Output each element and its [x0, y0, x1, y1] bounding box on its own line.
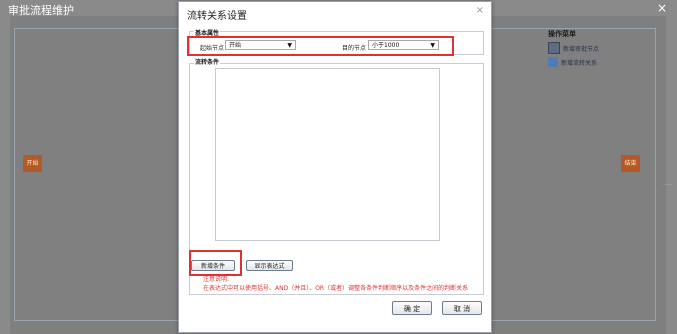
- end-node[interactable]: 结束: [621, 155, 640, 172]
- condition-expression-area[interactable]: [215, 68, 440, 241]
- source-node-value: 开始: [229, 42, 242, 49]
- ops-item-label: 新增流转关系: [561, 59, 598, 67]
- target-node-value: 小于1000: [372, 42, 400, 49]
- add-condition-button[interactable]: 新增条件: [191, 260, 235, 271]
- target-node-select[interactable]: 小于1000 ▼: [368, 40, 439, 50]
- show-expression-button[interactable]: 显示表达式: [246, 260, 293, 271]
- source-node-label: 起始节点: [200, 45, 225, 52]
- dialog-close-icon[interactable]: ×: [476, 5, 484, 16]
- ops-menu-title: 操作菜单: [548, 30, 576, 38]
- cancel-button[interactable]: 取 消: [442, 301, 482, 315]
- ops-item-add-node[interactable]: 新增审批节点: [548, 42, 638, 54]
- ok-button[interactable]: 确 定: [392, 301, 432, 315]
- target-node-label: 目的节点: [342, 45, 367, 52]
- ops-item-add-relation[interactable]: 新增流转关系: [548, 57, 638, 67]
- source-node-select[interactable]: 开始 ▼: [225, 40, 296, 50]
- close-icon[interactable]: ×: [657, 1, 667, 15]
- start-node[interactable]: 开始: [23, 155, 42, 172]
- ops-item-label: 新增审批节点: [563, 45, 600, 53]
- node-add-icon: [548, 42, 560, 54]
- chevron-down-icon: ▼: [430, 42, 435, 49]
- dialog-title: 流转关系设置: [187, 11, 247, 22]
- relation-add-icon: [548, 57, 558, 67]
- relation-settings-dialog: 流转关系设置 × 基本属性 起始节点 开始 ▼ 目的节点 小于1000 ▼ 流转…: [178, 1, 492, 333]
- scroll-indicator: ·····: [663, 182, 673, 189]
- note-title: 注意说明:: [203, 276, 230, 283]
- condition-legend: 流转条件: [194, 57, 221, 66]
- ops-menu: 操作菜单 新增审批节点 新增流转关系: [548, 29, 638, 67]
- chevron-down-icon: ▼: [287, 42, 292, 49]
- note-body: 在表达式中可以使用括号、AND（并且）、OR（或者）调整各条件判断顺序以及条件之…: [203, 285, 469, 292]
